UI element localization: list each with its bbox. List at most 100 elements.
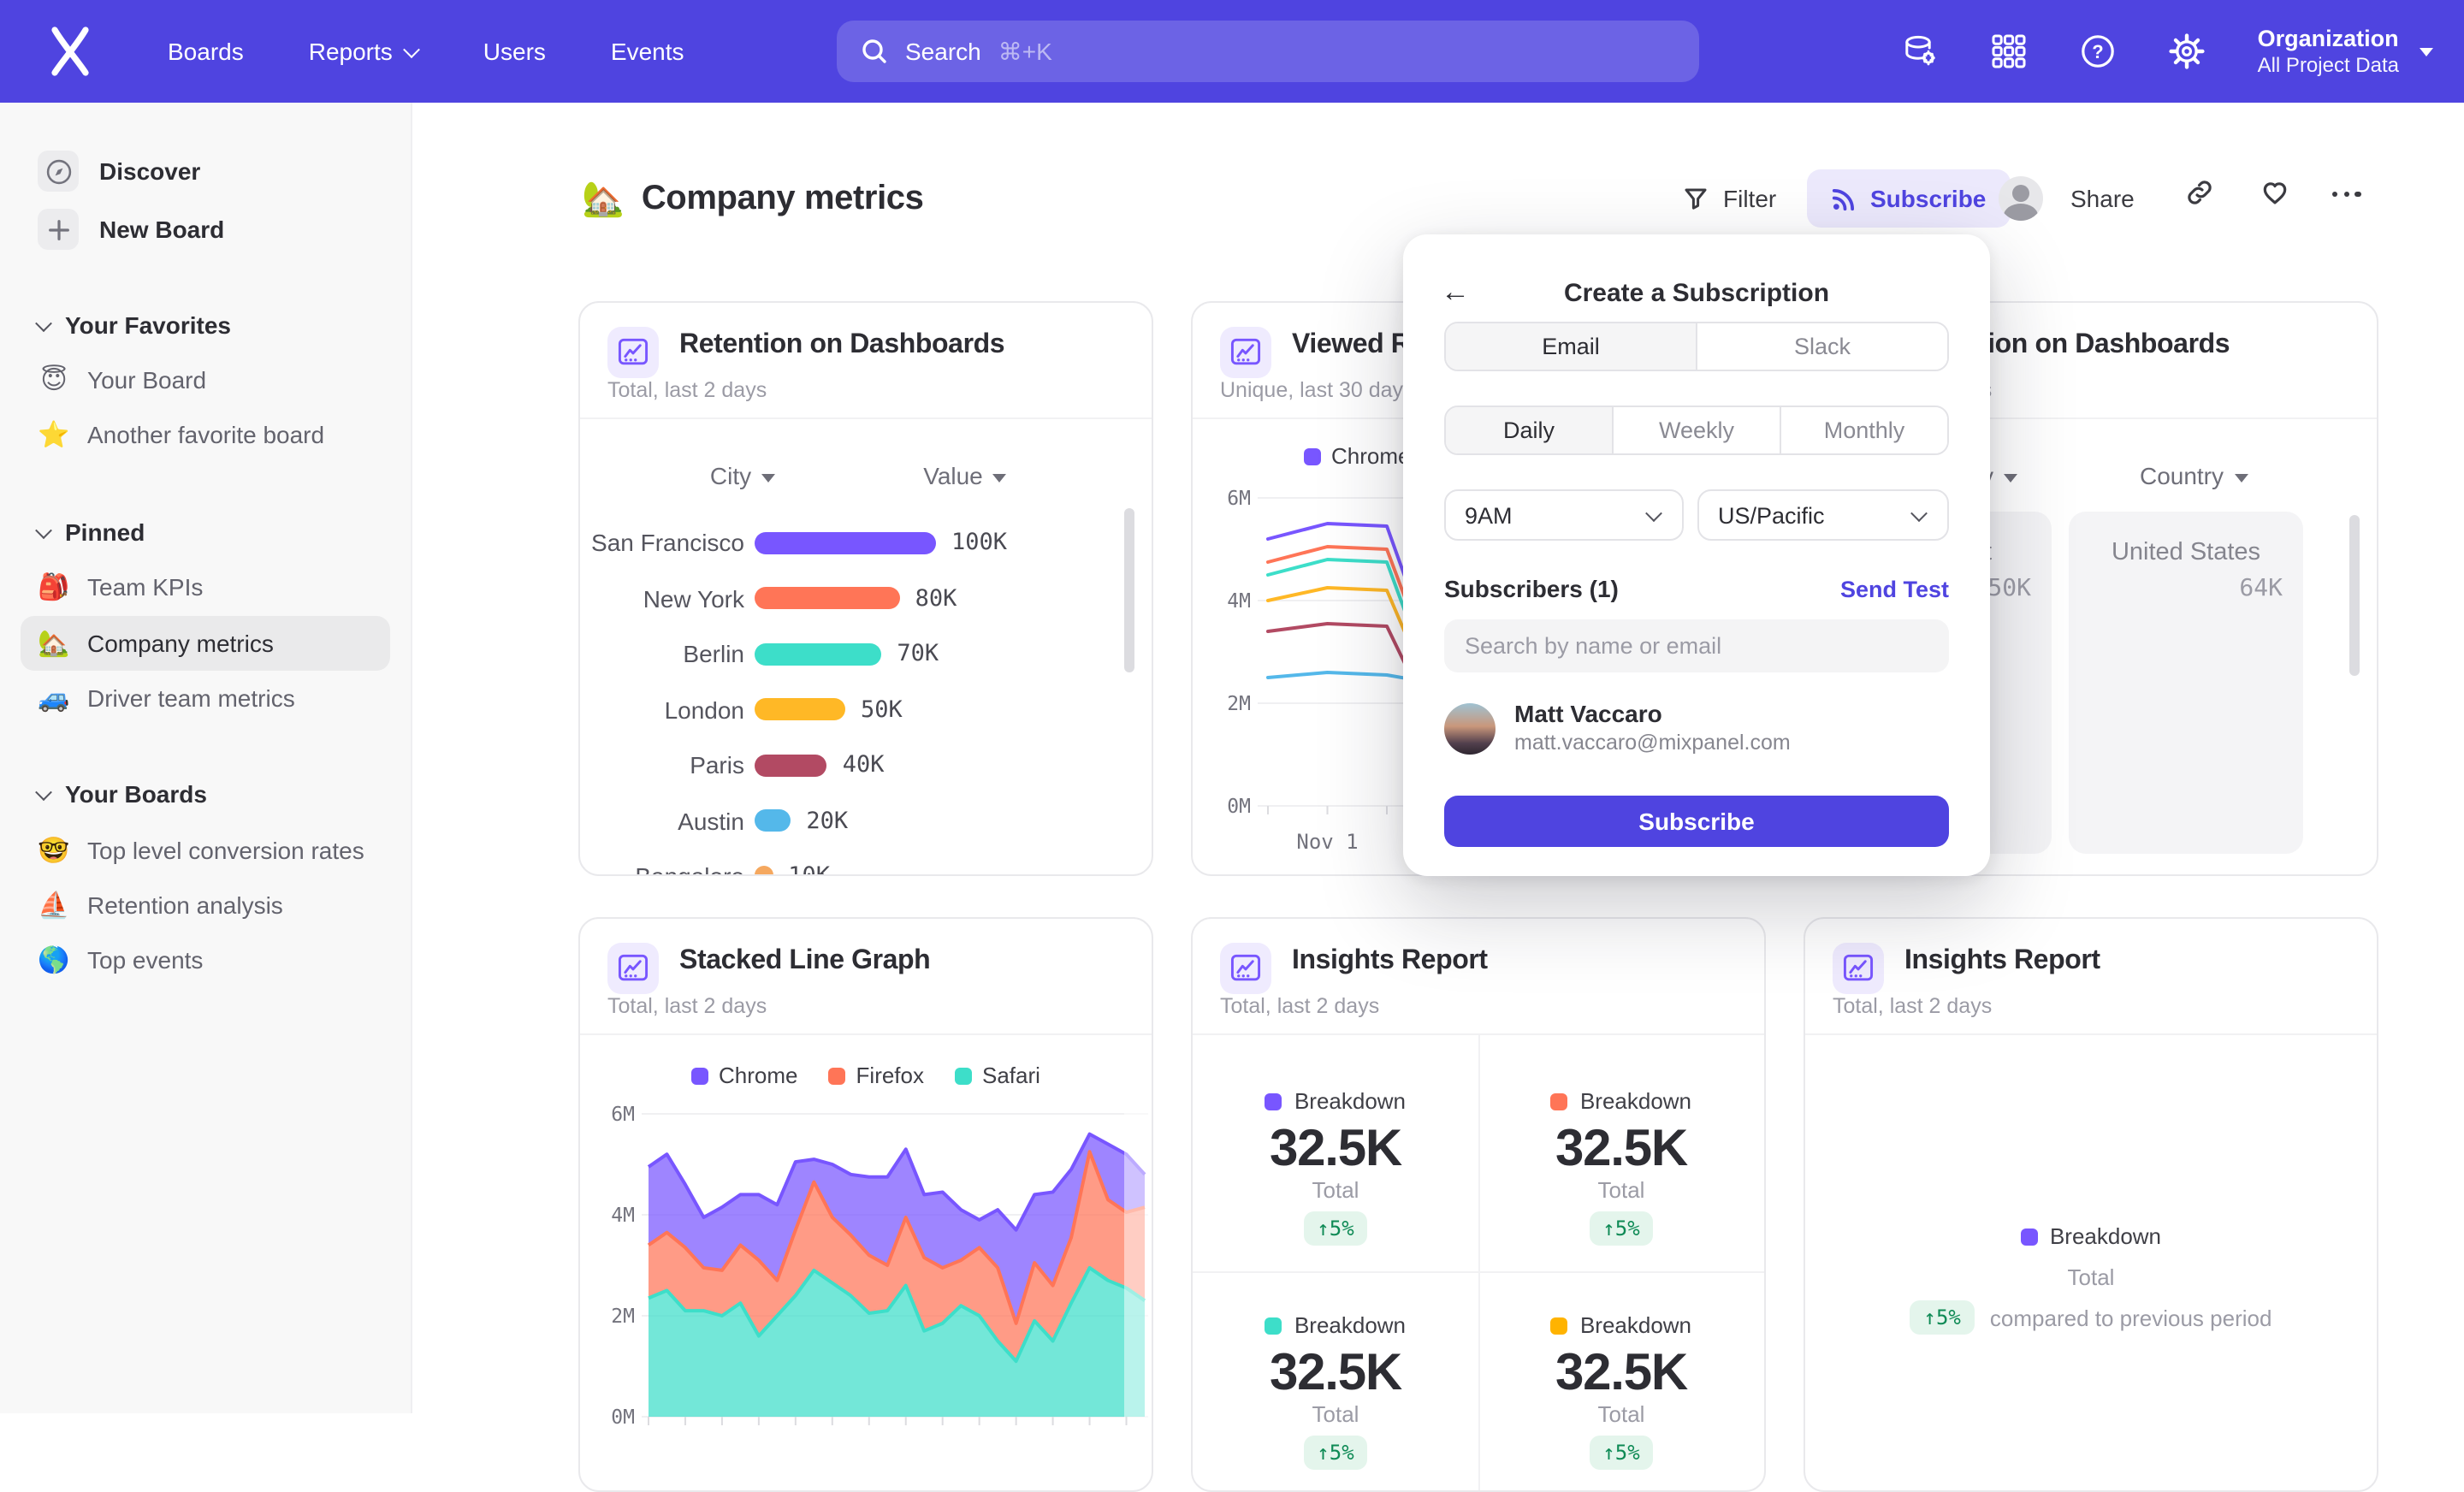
chevron-down-icon	[35, 783, 52, 800]
legend-label: Breakdown	[1294, 1088, 1406, 1114]
tab-weekly[interactable]: Weekly	[1612, 407, 1780, 453]
sidebar-item-label: New Board	[99, 216, 224, 243]
sidebar-item-label: Your Board	[87, 366, 206, 394]
search-input[interactable]: Search ⌘+K	[837, 21, 1699, 82]
tab-slack[interactable]: Slack	[1696, 323, 1947, 370]
time-select[interactable]: 9AM	[1444, 489, 1684, 541]
timezone-select[interactable]: US/Pacific	[1697, 489, 1949, 541]
favorite-heart-button[interactable]	[2260, 178, 2289, 207]
subscriber-search-input[interactable]: Search by name or email	[1444, 619, 1949, 672]
subscribe-button[interactable]: Subscribe	[1807, 169, 2010, 228]
subscribe-submit-button[interactable]: Subscribe	[1444, 796, 1949, 847]
bar-row-label: New York	[580, 584, 744, 612]
report-chart-icon	[1220, 327, 1271, 378]
board-emoji: 🚙	[38, 683, 70, 713]
bar-row-value: 100K	[951, 529, 1007, 556]
sidebar-section-label: Your Favorites	[65, 311, 231, 339]
card-scrollbar[interactable]	[2349, 515, 2360, 676]
bar-row-label: Bangalore	[580, 862, 744, 876]
metric-legend: Breakdown	[1478, 1312, 1764, 1338]
sidebar-discover[interactable]: Discover	[21, 144, 390, 198]
sidebar-item-another-favorite-board[interactable]: ⭐Another favorite board	[21, 407, 390, 462]
nav-item-boards[interactable]: Boards	[168, 38, 244, 65]
data-management-icon[interactable]	[1902, 33, 1940, 70]
top-nav: Boards Reports Users Events Search ⌘+K ?	[0, 0, 2464, 103]
search-icon	[861, 38, 888, 65]
column-sort-city[interactable]: City	[674, 460, 811, 491]
metric-legend: Breakdown	[1193, 1312, 1478, 1338]
share-button[interactable]: Share	[2070, 171, 2135, 226]
column-sort-value[interactable]: Value	[897, 460, 1034, 491]
board-title: Company metrics	[642, 179, 924, 218]
help-icon[interactable]: ?	[2080, 33, 2118, 70]
sidebar-item-company-metrics[interactable]: 🏡Company metrics	[21, 616, 390, 671]
svg-text:2M: 2M	[611, 1306, 635, 1328]
card-subtitle: Total, last 2 days	[607, 378, 767, 402]
metric-caption: Total	[1478, 1177, 1764, 1203]
metric-delta-row: ↑5% compared to previous period	[1805, 1300, 2377, 1335]
copy-link-button[interactable]	[2185, 178, 2214, 207]
sidebar-item-driver-team-metrics[interactable]: 🚙Driver team metrics	[21, 671, 390, 725]
board-owner-avatar[interactable]	[1999, 176, 2043, 221]
search-placeholder: Search	[905, 38, 981, 65]
bar-san-francisco	[755, 531, 936, 554]
nav-item-label: Boards	[168, 38, 244, 65]
plus-icon	[38, 209, 79, 250]
bar-bangalore	[755, 865, 773, 876]
tab-daily[interactable]: Daily	[1446, 407, 1612, 453]
modal-title: Create a Subscription	[1403, 279, 1990, 308]
subscriber-avatar	[1444, 702, 1496, 754]
nav-item-events[interactable]: Events	[611, 38, 684, 65]
channel-tabs: EmailSlack	[1444, 322, 1949, 371]
bar-london	[755, 698, 845, 720]
share-label: Share	[2070, 185, 2135, 212]
sidebar-item-top-events[interactable]: 🌎Top events	[21, 932, 390, 987]
sidebar-section-your-favorites[interactable]: Your Favorites	[21, 298, 390, 352]
svg-text:6M: 6M	[1227, 488, 1251, 510]
column-sort-country[interactable]: Country	[2125, 460, 2262, 491]
mixpanel-logo-icon[interactable]	[44, 26, 96, 77]
legend-label: Breakdown	[1580, 1088, 1691, 1114]
nav-item-users[interactable]: Users	[483, 38, 546, 65]
settings-gear-icon[interactable]	[2169, 33, 2206, 70]
sidebar-item-label: Retention analysis	[87, 891, 283, 919]
sidebar-new-board[interactable]: New Board	[21, 202, 390, 257]
sidebar-section-your-boards[interactable]: Your Boards	[21, 767, 390, 821]
sidebar-item-top-level-conversion-rates[interactable]: 🤓Top level conversion rates	[21, 823, 390, 878]
sidebar-item-retention-analysis[interactable]: ⛵Retention analysis	[21, 878, 390, 932]
svg-text:4M: 4M	[1227, 590, 1251, 613]
org-project-switcher[interactable]: Organization All Project Data	[2258, 24, 2433, 79]
send-test-link[interactable]: Send Test	[1840, 577, 1949, 602]
nav-item-reports[interactable]: Reports	[309, 38, 418, 65]
delta-badge: ↑5%	[1478, 1211, 1764, 1246]
card-title: Insights Report	[1904, 946, 2100, 977]
filter-button[interactable]: Filter	[1682, 171, 1776, 226]
bar-row-value: 20K	[806, 807, 848, 834]
legend-swatch	[1551, 1092, 1568, 1110]
subscriber-email: matt.vaccaro@mixpanel.com	[1514, 729, 1791, 756]
subscriber-row[interactable]: Matt Vaccaro matt.vaccaro@mixpanel.com	[1444, 700, 1949, 756]
card-insights-grid: Insights Report Total, last 2 days Break…	[1191, 917, 1766, 1492]
tab-monthly[interactable]: Monthly	[1780, 407, 1947, 453]
sidebar-section-pinned[interactable]: Pinned	[21, 505, 390, 560]
card-scrollbar[interactable]	[1124, 508, 1134, 672]
nav-menu: Boards Reports Users Events	[168, 0, 684, 103]
metric-value: 32.5K	[1478, 1121, 1764, 1179]
bar-new-york	[755, 587, 900, 609]
apps-grid-icon[interactable]	[1991, 33, 2029, 70]
legend-swatch	[2021, 1228, 2038, 1245]
delta-badge: ↑5%	[1193, 1436, 1478, 1470]
bar-row-value: 70K	[897, 640, 939, 667]
metric-caption: Total	[1193, 1177, 1478, 1203]
stacked-area-chart[interactable]: 6M4M2M0M	[580, 1033, 1153, 1492]
nav-right: ? Organization All Project Data	[1902, 0, 2464, 103]
sidebar-item-team-kpis[interactable]: 🎒Team KPIs	[21, 560, 390, 614]
sidebar-item-your-board[interactable]: 😇Your Board	[21, 352, 390, 407]
table-cell-country[interactable]: United States 64K	[2069, 512, 2303, 854]
tab-email[interactable]: Email	[1446, 323, 1696, 370]
more-options-button[interactable]	[2332, 192, 2360, 197]
bar-row-label: Austin	[580, 807, 744, 834]
org-project: All Project Data	[2258, 53, 2399, 79]
sort-caret-icon	[761, 473, 775, 482]
subscribers-label: Subscribers (1)	[1444, 575, 1619, 602]
